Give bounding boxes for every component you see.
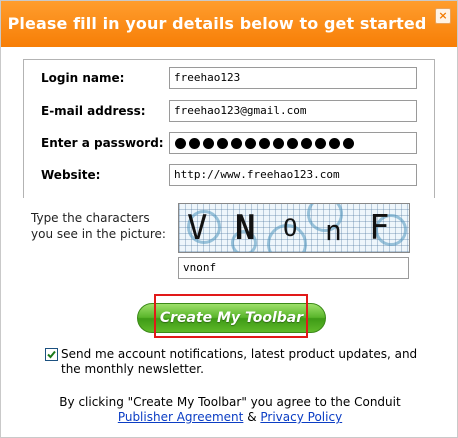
password-dot xyxy=(203,137,214,149)
captcha-label: Type the characters you see in the pictu… xyxy=(31,211,166,241)
website-input[interactable]: http://www.freehao123.com xyxy=(169,164,417,186)
website-label: Website: xyxy=(41,168,101,182)
password-label: Enter a password: xyxy=(41,136,164,150)
password-dot xyxy=(189,137,200,149)
dialog-header: Please fill in your details below to get… xyxy=(1,1,457,47)
password-dot xyxy=(273,137,284,149)
create-toolbar-button[interactable]: Create My Toolbar xyxy=(137,303,326,333)
signup-dialog: Please fill in your details below to get… xyxy=(0,0,458,438)
login-name-input[interactable]: freehao123 xyxy=(169,67,417,89)
email-input[interactable]: freehao123@gmail.com xyxy=(169,100,417,122)
email-label: E-mail address: xyxy=(41,104,146,118)
terms-amp: & xyxy=(247,410,257,424)
captcha-input[interactable]: vnonf xyxy=(178,257,409,279)
newsletter-text: Send me account notifications, latest pr… xyxy=(61,347,418,376)
login-name-label: Login name: xyxy=(41,71,125,85)
password-dot xyxy=(287,137,298,149)
password-dot xyxy=(315,137,326,149)
captcha-image: V N O n F xyxy=(178,203,410,253)
password-dot xyxy=(301,137,312,149)
captcha-char: N xyxy=(235,208,256,248)
privacy-policy-link[interactable]: Privacy Policy xyxy=(260,410,342,424)
password-dot xyxy=(175,137,186,149)
password-dot xyxy=(245,137,256,149)
password-dot xyxy=(259,137,270,149)
password-dot xyxy=(231,137,242,149)
password-input[interactable] xyxy=(169,132,417,154)
captcha-char: n xyxy=(325,214,342,247)
dialog-title: Please fill in your details below to get… xyxy=(7,14,427,33)
captcha-char: V xyxy=(187,208,208,248)
newsletter-checkbox[interactable] xyxy=(45,348,58,361)
checkmark-icon xyxy=(47,350,56,359)
captcha-char: F xyxy=(369,208,390,248)
password-dot xyxy=(329,137,340,149)
password-mask xyxy=(174,133,416,153)
password-dot xyxy=(217,137,228,149)
terms-text: By clicking "Create My Toolbar" you agre… xyxy=(41,395,419,425)
captcha-char: O xyxy=(283,214,298,242)
publisher-agreement-link[interactable]: Publisher Agreement xyxy=(118,410,244,424)
close-icon[interactable]: × xyxy=(435,8,451,24)
password-dot xyxy=(343,137,354,149)
terms-prefix: By clicking "Create My Toolbar" you agre… xyxy=(59,395,401,409)
